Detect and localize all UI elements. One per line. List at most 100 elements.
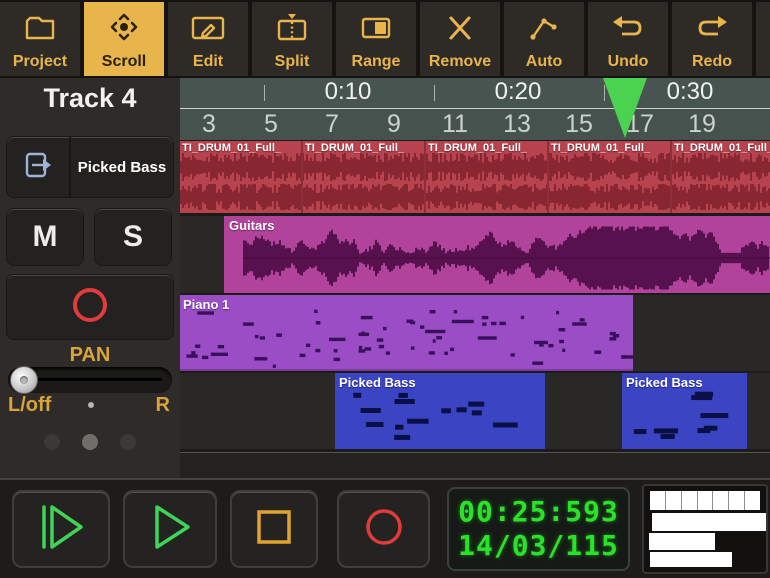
scroll-label: Scroll [102,53,146,71]
drum-clip-label: TI_DRUM_01_Full_ [182,142,281,154]
remove-button[interactable]: Remove [420,2,500,76]
pattern-preview-button[interactable] [642,484,768,574]
time-display[interactable]: 00:25:593 14/03/115 [447,487,630,571]
play-from-start-button[interactable] [12,490,110,568]
bar-number: 9 [387,110,401,139]
bass-midi-clip-1[interactable]: Picked Bass [335,373,545,449]
arrange-area: 0:10 0:20 0:30 3 5 7 9 11 13 15 17 19 TI… [180,78,770,478]
bass-clip-label: Picked Bass [339,375,416,390]
pan-label: PAN [0,344,180,367]
record-circle-icon [68,285,112,330]
track-output-button[interactable] [6,136,70,198]
track-lane-bass: Picked Bass Picked Bass [180,373,770,449]
record-button[interactable] [337,490,430,568]
bar-number: 11 [442,110,468,139]
bar-number: 13 [503,110,531,139]
undo-button[interactable]: Undo [588,2,668,76]
playhead-marker[interactable] [603,78,647,138]
mute-button[interactable]: M [6,208,84,266]
redo-label: Redo [692,53,732,71]
bar-number: 15 [565,110,593,139]
undo-label: Undo [608,53,649,71]
range-button[interactable]: Range [336,2,416,76]
time-tick [434,85,435,101]
timeline-bars-ruler[interactable]: 3 5 7 9 11 13 15 17 19 [180,108,770,140]
page-dot-3[interactable] [120,434,136,450]
folder-icon [23,2,57,53]
time-tick [264,85,265,101]
page-dot-2[interactable] [82,434,98,450]
project-label: Project [13,53,67,71]
solo-label: S [123,220,143,254]
bar-number: 7 [325,110,339,139]
piano-clip-label: Piano 1 [183,297,229,312]
daw-app: Project Scroll Edit [0,0,770,578]
track-lane-guitars: Guitars [180,216,770,293]
track-instrument-label: Picked Bass [78,159,166,176]
play-icon [144,501,196,558]
piano-midi-clip[interactable]: Piano 1 [180,295,633,371]
stop-icon [248,501,300,558]
bar-number: 3 [202,110,216,139]
split-label: Split [275,53,310,71]
toolbar-partial-button[interactable] [756,2,770,76]
redo-button[interactable]: Redo [672,2,752,76]
remove-label: Remove [429,53,491,71]
stop-button[interactable] [230,490,318,568]
track-panel: Track 4 Picked Bass M S PAN [0,78,180,478]
record-icon [358,501,410,558]
clip-divider [547,141,549,213]
arm-record-button[interactable] [6,274,174,340]
edit-button[interactable]: Edit [168,2,248,76]
clip-divider [670,141,672,213]
remove-icon [443,2,477,53]
clip-divider [301,141,303,213]
guitar-clip-label: Guitars [229,218,275,233]
bar-number: 19 [688,110,716,139]
drum-clip-label: TI_DRUM_01_Full_ [305,142,404,154]
piano-keys-icon [650,491,760,510]
drum-clip-label: TI_DRUM_01_Full_ [674,142,770,154]
empty-track-lane[interactable] [180,452,770,478]
scroll-icon [107,2,141,53]
time-label: 0:20 [495,78,542,106]
pan-left-label: L/off [8,394,51,417]
drum-clip-label: TI_DRUM_01_Full_ [551,142,650,154]
solo-button[interactable]: S [94,208,172,266]
split-icon [275,2,309,53]
transport-bar: 00:25:593 14/03/115 [0,478,770,578]
output-routing-icon [22,149,54,186]
time-label: 0:10 [325,78,372,106]
range-label: Range [352,53,401,71]
edit-icon [190,2,226,53]
track-lane-drums[interactable]: TI_DRUM_01_Full_ TI_DRUM_01_Full_ TI_DRU… [180,141,770,213]
bass-midi-clip-2[interactable]: Picked Bass [622,373,747,449]
pan-slider-track [22,378,162,381]
page-dot-1[interactable] [44,434,60,450]
pan-right-label: R [156,394,170,417]
piano-midi-notes [180,295,633,371]
time-display-clock: 00:25:593 [458,495,619,529]
pan-center-marker [88,402,94,408]
auto-button[interactable]: Auto [504,2,584,76]
time-display-position: 14/03/115 [458,529,619,563]
scroll-button[interactable]: Scroll [84,2,164,76]
play-button[interactable] [123,490,217,568]
clip-divider [424,141,426,213]
bar-number: 5 [264,110,278,139]
track-title: Track 4 [0,83,180,114]
auto-icon [527,2,561,53]
track-instrument-button[interactable]: Picked Bass [70,136,174,198]
track-lane-piano: Piano 1 [180,295,770,371]
guitar-waveform [224,216,770,293]
timeline-seconds-ruler[interactable]: 0:10 0:20 0:30 [180,78,770,108]
split-button[interactable]: Split [252,2,332,76]
pan-knob[interactable] [10,366,38,394]
pattern-bar [652,513,766,531]
pattern-bar [650,552,732,567]
guitar-audio-clip[interactable]: Guitars [224,216,770,293]
project-button[interactable]: Project [0,2,80,76]
undo-icon [611,2,645,53]
auto-label: Auto [526,53,562,71]
time-label: 0:30 [667,78,714,106]
